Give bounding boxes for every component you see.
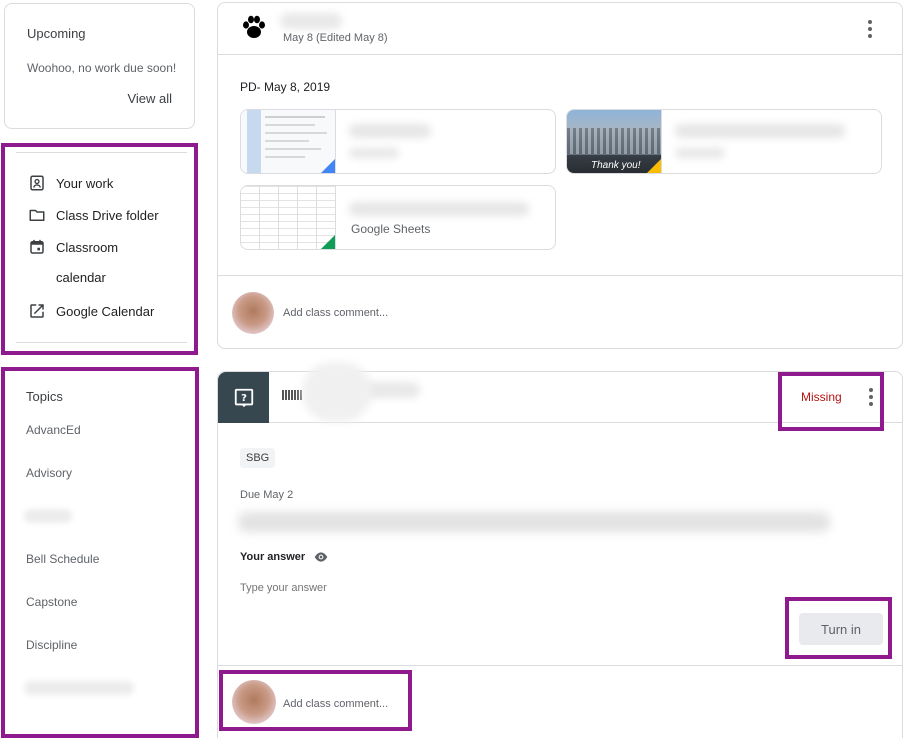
- attachment-doc[interactable]: [240, 109, 556, 174]
- attachment-thumbnail: Thank you!: [567, 110, 662, 173]
- redacted-attachment-title: [349, 202, 529, 216]
- google-calendar-label: Google Calendar: [56, 303, 155, 319]
- attachment-slides[interactable]: Thank you!: [566, 109, 882, 174]
- redacted-author: [280, 13, 342, 29]
- missing-status: Missing: [801, 390, 842, 404]
- add-class-comment-input[interactable]: Add class comment...: [283, 698, 388, 710]
- redacted-topic: [24, 509, 72, 523]
- view-all-link[interactable]: View all: [127, 91, 172, 106]
- more-options-icon[interactable]: [860, 19, 880, 39]
- assignment-ind-icon: [30, 175, 44, 191]
- redacted-question: [238, 512, 830, 532]
- topic-item[interactable]: Bell Schedule: [26, 552, 99, 566]
- classroom-calendar-link[interactable]: Classroom: [28, 238, 118, 256]
- class-drive-folder-link[interactable]: Class Drive folder: [28, 206, 159, 224]
- visibility-icon: [314, 552, 328, 562]
- attachment-thumbnail: [241, 186, 336, 249]
- attachment-sheets[interactable]: Google Sheets: [240, 185, 556, 250]
- avatar: [232, 292, 274, 334]
- question-card: ? Missing SBG Due May 2 Your answer Turn…: [217, 362, 903, 738]
- redacted-author: [302, 362, 372, 422]
- google-calendar-link[interactable]: Google Calendar: [28, 302, 154, 320]
- upcoming-title: Upcoming: [27, 26, 86, 41]
- redacted-attachment-title: [349, 124, 431, 138]
- upcoming-message: Woohoo, no work due soon!: [27, 61, 177, 75]
- your-answer-text: Your answer: [240, 551, 306, 563]
- class-links-panel: Your work Class Drive folder Classroom c…: [4, 150, 195, 344]
- post-header: May 8 (Edited May 8): [218, 3, 902, 55]
- folder-icon: [29, 209, 45, 221]
- topic-item[interactable]: Discipline: [26, 638, 77, 652]
- redacted-attachment-type: [349, 148, 399, 158]
- post-header: ? Missing: [218, 362, 902, 423]
- classroom-calendar-label-line2: calendar: [56, 270, 106, 285]
- turn-in-button[interactable]: Turn in: [799, 613, 883, 645]
- add-class-comment-input[interactable]: Add class comment...: [283, 307, 388, 319]
- author-logo: [282, 390, 302, 400]
- more-options-icon[interactable]: [861, 387, 881, 407]
- classroom-calendar-label: Classroom: [56, 239, 119, 255]
- topic-item[interactable]: Advisory: [26, 466, 72, 480]
- classroom-calendar-link-line2[interactable]: calendar: [56, 270, 106, 285]
- svg-text:?: ?: [241, 393, 247, 404]
- redacted-attachment-title: [675, 124, 845, 138]
- calendar-icon: [30, 239, 44, 254]
- question-icon: ?: [218, 372, 269, 423]
- open-in-new-icon: [30, 304, 44, 318]
- slides-type-corner: [647, 159, 661, 173]
- topics-title: Topics: [26, 389, 63, 404]
- doc-type-corner: [321, 159, 335, 173]
- topic-item[interactable]: AdvancEd: [26, 423, 81, 437]
- post-date: May 8 (Edited May 8): [283, 32, 388, 44]
- paw-icon: [243, 15, 265, 38]
- your-work-link[interactable]: Your work: [28, 174, 113, 192]
- topics-panel: Topics AdvancEd Advisory Bell Schedule C…: [4, 370, 195, 738]
- comment-row: Add class comment...: [218, 275, 902, 349]
- topic-item[interactable]: Capstone: [26, 595, 77, 609]
- due-date: Due May 2: [240, 489, 294, 501]
- divider: [16, 152, 187, 153]
- comment-row: Add class comment...: [218, 665, 902, 738]
- your-work-label: Your work: [56, 175, 114, 191]
- your-answer-label: Your answer: [240, 549, 329, 565]
- answer-input[interactable]: [240, 582, 800, 594]
- redacted-attachment-type: [675, 148, 725, 158]
- redacted-topic: [24, 681, 134, 695]
- avatar: [232, 680, 276, 724]
- attachment-type-label: Google Sheets: [351, 222, 431, 236]
- announcement-card: May 8 (Edited May 8) PD- May 8, 2019 Tha…: [217, 2, 903, 349]
- thumbnail-caption: Thank you!: [591, 160, 641, 171]
- topic-chip: SBG: [240, 448, 276, 468]
- post-title: PD- May 8, 2019: [240, 80, 331, 94]
- upcoming-card: Upcoming Woohoo, no work due soon! View …: [4, 3, 195, 129]
- sheets-type-corner: [321, 235, 335, 249]
- divider: [16, 342, 187, 343]
- attachment-thumbnail: [241, 110, 336, 173]
- class-drive-folder-label: Class Drive folder: [56, 207, 159, 223]
